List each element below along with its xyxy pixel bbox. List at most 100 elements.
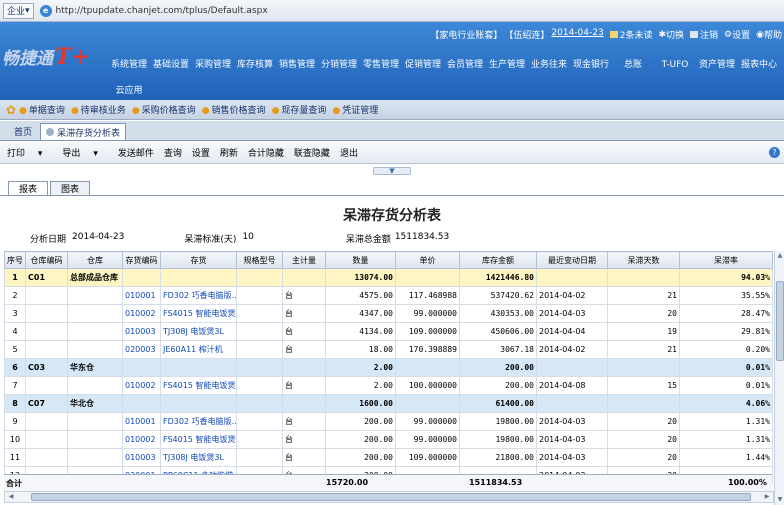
scroll-up-icon[interactable]: ▲ [775,251,784,261]
gear-icon[interactable]: ✿ [6,103,16,117]
favorites-button[interactable]: 企业 ▾ [3,2,34,19]
settings-label: 设置 [732,31,751,41]
menu-item[interactable]: 销售管理 [276,55,318,76]
table-row[interactable]: 3 010002FS4015 智能电饭煲4L 台4347.0099.00000043… [4,304,773,323]
inventory-code[interactable]: 010003 [122,448,161,467]
inventory-name[interactable]: FS4015 智能电饭煲4L [160,304,237,323]
inventory-code[interactable]: 010002 [122,304,161,323]
menu-item[interactable]: 现金银行 [570,55,612,76]
export-button[interactable]: 导出 ▾ [62,146,107,159]
menu-item[interactable]: 会员管理 [444,55,486,76]
table-row[interactable]: 7 010002FS4015 智能电饭煲4L 台2.00100.000000200.… [4,376,773,395]
column-header[interactable]: 仓库 [67,251,123,269]
menu-item[interactable]: 促销管理 [402,55,444,76]
address-bar[interactable]: e http://tpupdate.chanjet.com/tplus/Defa… [39,4,268,17]
tab-report-view[interactable]: 报表 [8,181,49,195]
table-row[interactable]: 9 010001 FD302 巧香电脑版... 台 200.00 99.000000 198… [4,412,773,431]
scroll-thumb[interactable] [776,281,784,361]
tab-chart-view[interactable]: 图表 [50,181,91,195]
settings-button[interactable]: ⚙ 设置 [724,28,751,42]
scroll-down-icon[interactable]: ▼ [775,495,784,505]
inventory-name[interactable]: FD302 巧香电脑版... [160,286,237,305]
column-header[interactable]: 主计量 [282,251,326,269]
menu-item[interactable]: 生产管理 [486,55,528,76]
table-row[interactable]: 1 C01 总部成品仓库 13074.00 1421446.80 94.03% [4,268,773,287]
collapse-toggle[interactable]: ▼ [373,167,411,175]
menu-item[interactable]: 基础设置 [150,55,192,76]
column-header[interactable]: 仓库编码 [25,251,68,269]
column-header[interactable]: 最近变动日期 [536,251,608,269]
menu-item[interactable]: 总账 [612,55,654,76]
horizontal-scrollbar[interactable]: ◀ ▶ [4,491,774,503]
inventory-name[interactable]: TJ308J 电饭煲3L [160,448,237,467]
scroll-thumb[interactable] [31,493,751,501]
inventory-code[interactable]: 010001 [122,412,161,431]
linked-hide-button[interactable]: 联查隐藏 [294,146,330,159]
inventory-code[interactable]: 010003 [122,322,161,341]
column-header[interactable]: 规格型号 [236,251,283,269]
column-header[interactable]: 库存金额 [459,251,537,269]
print-button[interactable]: 打印 ▾ [7,146,52,159]
quick-link[interactable]: ● 单据查询 [19,103,65,116]
settings-button[interactable]: 设置 [192,146,210,159]
tab-home[interactable]: 首页 [8,123,38,140]
menu-item[interactable]: 资产管理 [696,55,738,76]
inventory-name[interactable]: TJ308J 电饭煲3L [160,322,237,341]
inventory-name [160,268,237,287]
menu-item[interactable]: 报表中心 [738,55,780,76]
table-row[interactable]: 5 020003 JE60A11 榨汁机 台 18.00 170.398889 3067.1… [4,340,773,359]
chevron-down-icon: ▾ [93,149,98,159]
inventory-code[interactable]: 010001 [122,286,161,305]
help-button[interactable]: ◉ 帮助 [756,28,782,42]
unread-messages[interactable]: 2条未读 [609,28,652,41]
inventory-name[interactable]: JE60A11 榨汁机 [160,340,237,359]
menu-item[interactable]: 系统管理 [108,55,150,76]
inventory-code[interactable]: 010002 [122,376,161,395]
refresh-button[interactable]: 刷新 [220,146,238,159]
table-row[interactable]: 10 010002FS4015 智能电饭煲4L 台200.0099.00000019… [4,430,773,449]
scroll-left-icon[interactable]: ◀ [5,492,17,502]
vertical-scrollbar[interactable]: ▲ ▼ [774,251,784,505]
inventory-name[interactable]: FS4015 智能电饭煲4L [160,430,237,449]
inventory-code [122,268,161,287]
column-header[interactable]: 存货编码 [122,251,161,269]
login-date[interactable]: 2014-04-23 [551,28,603,41]
quick-link[interactable]: ● 销售价格查询 [202,103,266,116]
quick-link[interactable]: ● 现存量查询 [272,103,327,116]
table-row[interactable]: 4 010003 TJ308J 电饭煲3L 台 4134.00 109.000000 450… [4,322,773,341]
column-header[interactable]: 数量 [325,251,396,269]
column-header[interactable]: 单价 [395,251,460,269]
menu-item[interactable]: 零售管理 [360,55,402,76]
column-header[interactable]: 存货 [160,251,237,269]
menu-item[interactable]: 采购管理 [192,55,234,76]
table-row[interactable]: 2 010001 FD302 巧香电脑版... 台 4575.00 117.468988 5… [4,286,773,305]
send-mail-button[interactable]: 发送邮件 [118,146,154,159]
quick-link[interactable]: ● 采购价格查询 [132,103,196,116]
exit-button[interactable]: 退出 [340,146,358,159]
tab-report[interactable]: 呆滞存货分析表 [40,123,127,140]
query-button[interactable]: 查询 [164,146,182,159]
switch-button[interactable]: ✱ 切换 [658,28,684,42]
quick-link[interactable]: ● 待审核业务 [71,103,126,116]
menu-item[interactable]: 分销管理 [318,55,360,76]
close-icon[interactable] [46,128,55,136]
inventory-name[interactable]: FS4015 智能电饭煲4L [160,376,237,395]
column-header[interactable]: 呆滞率 [679,251,773,269]
help-icon[interactable]: ? [769,147,780,158]
table-row[interactable]: 11 010003 TJ308J 电饭煲3L 台 200.00 109.000000 218… [4,448,773,467]
scroll-right-icon[interactable]: ▶ [761,492,773,502]
column-header[interactable]: 序号 [4,251,26,269]
inventory-code[interactable]: 010002 [122,430,161,449]
menu-item[interactable]: 库存核算 [234,55,276,76]
menu-item[interactable]: T-UFO [654,55,696,76]
subtotal-hide-button[interactable]: 合计隐藏 [248,146,284,159]
inventory-code[interactable]: 020003 [122,340,161,359]
table-row[interactable]: 6 C03 华东仓 2.00 200.00 0.01% [4,358,773,377]
menu-item[interactable]: 云应用 [108,81,150,100]
logout-button[interactable]: 注销 [690,28,718,41]
column-header[interactable]: 呆滞天数 [607,251,680,269]
table-row[interactable]: 8 C07 华北仓 1600.00 61400.00 4.06% [4,394,773,413]
menu-item[interactable]: 业务往来 [528,55,570,76]
quick-link[interactable]: ● 凭证管理 [332,103,378,116]
inventory-name[interactable]: FD302 巧香电脑版... [160,412,237,431]
